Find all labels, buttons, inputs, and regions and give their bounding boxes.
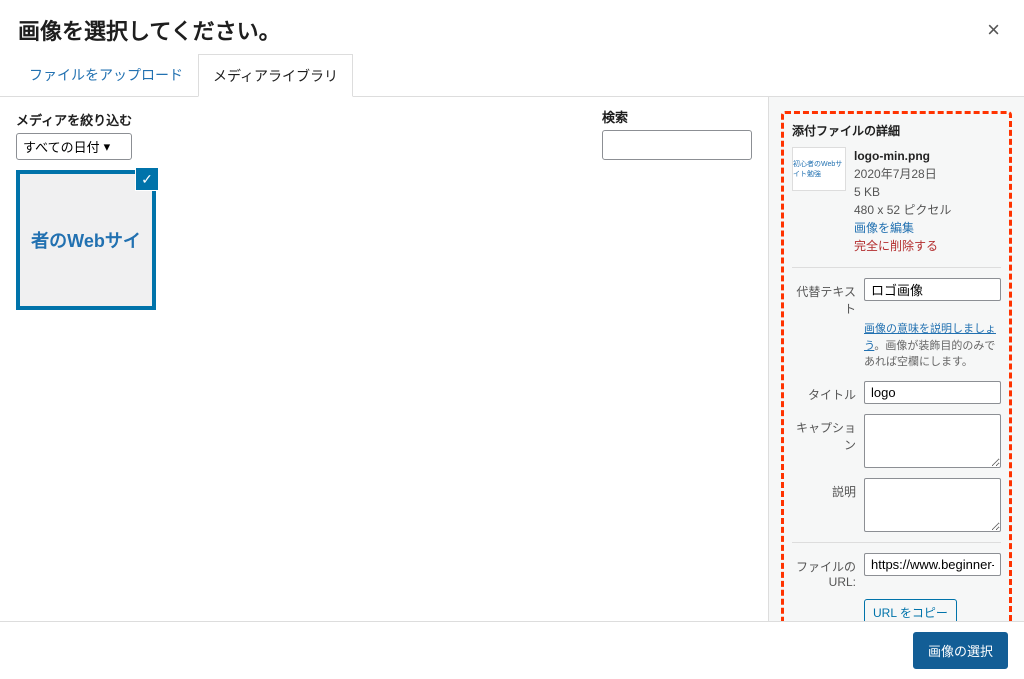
thumbnail-grid: 者のWebサイ ✓ xyxy=(16,170,752,310)
delete-link[interactable]: 完全に削除する xyxy=(854,237,951,255)
date-filter-value: すべての日付 xyxy=(23,137,100,156)
caption-row: キャプション xyxy=(792,414,1001,468)
close-button[interactable]: × xyxy=(981,17,1006,43)
url-label: ファイルの URL: xyxy=(792,553,856,589)
file-date: 2020年7月28日 xyxy=(854,165,951,183)
media-thumbnail[interactable]: 者のWebサイ ✓ xyxy=(16,170,156,310)
caption-label: キャプション xyxy=(792,414,856,453)
chevron-down-icon: ▾ xyxy=(104,139,111,155)
title-input[interactable] xyxy=(864,381,1001,404)
file-meta: 初心者のWebサイト勉強 logo-min.png 2020年7月28日 5 K… xyxy=(792,147,1001,255)
url-row: ファイルの URL: xyxy=(792,553,1001,589)
main-area: メディアを絞り込む すべての日付 ▾ 検索 者のWebサイ ✓ xyxy=(0,97,1024,621)
file-meta-thumbnail: 初心者のWebサイト勉強 xyxy=(792,147,846,191)
media-filter-group: メディアを絞り込む すべての日付 ▾ xyxy=(16,110,132,160)
tab-upload[interactable]: ファイルをアップロード xyxy=(14,54,198,96)
tabs: ファイルをアップロード メディアライブラリ xyxy=(0,54,1024,97)
edit-image-link[interactable]: 画像を編集 xyxy=(854,219,951,237)
media-modal: 画像を選択してください。 × ファイルをアップロード メディアライブラリ メディ… xyxy=(0,0,1024,679)
modal-footer: 画像の選択 xyxy=(0,621,1024,679)
thumbnail-preview-text: 者のWebサイ xyxy=(31,227,141,253)
checkmark-icon[interactable]: ✓ xyxy=(136,168,158,190)
modal-header: 画像を選択してください。 × xyxy=(0,0,1024,54)
search-label: 検索 xyxy=(602,107,752,126)
search-input[interactable] xyxy=(602,130,752,160)
meta-thumb-text: 初心者のWebサイト勉強 xyxy=(793,159,845,179)
filters-bar: メディアを絞り込む すべての日付 ▾ 検索 xyxy=(16,107,752,160)
media-filter-label: メディアを絞り込む xyxy=(16,110,132,129)
alt-text-row: 代替テキスト xyxy=(792,278,1001,317)
alt-text-label: 代替テキスト xyxy=(792,278,856,317)
date-filter-dropdown[interactable]: すべての日付 ▾ xyxy=(16,133,132,160)
url-input[interactable] xyxy=(864,553,1001,576)
alt-help-text: 画像の意味を説明しましょう。画像が装飾目的のみであれば空欄にします。 xyxy=(864,321,1001,371)
search-group: 検索 xyxy=(602,107,752,160)
title-label: タイトル xyxy=(792,381,856,403)
divider xyxy=(792,267,1001,268)
content-area: メディアを絞り込む すべての日付 ▾ 検索 者のWebサイ ✓ xyxy=(0,97,768,621)
details-sidebar: 添付ファイルの詳細 初心者のWebサイト勉強 logo-min.png 2020… xyxy=(768,97,1024,621)
file-size: 5 KB xyxy=(854,183,951,201)
description-input[interactable] xyxy=(864,478,1001,532)
select-image-button[interactable]: 画像の選択 xyxy=(913,632,1008,669)
highlight-annotation: 添付ファイルの詳細 初心者のWebサイト勉強 logo-min.png 2020… xyxy=(781,111,1012,621)
copy-url-row: URL をコピー xyxy=(864,599,1001,622)
modal-title: 画像を選択してください。 xyxy=(18,14,281,46)
alt-help-suffix: 。画像が装飾目的のみであれば空欄にします。 xyxy=(864,340,995,369)
file-dimensions: 480 x 52 ピクセル xyxy=(854,201,951,219)
tab-library[interactable]: メディアライブラリ xyxy=(198,54,353,97)
divider xyxy=(792,542,1001,543)
title-row: タイトル xyxy=(792,381,1001,404)
copy-url-button[interactable]: URL をコピー xyxy=(864,599,957,622)
description-label: 説明 xyxy=(792,478,856,500)
description-row: 説明 xyxy=(792,478,1001,532)
alt-text-input[interactable] xyxy=(864,278,1001,301)
file-name: logo-min.png xyxy=(854,147,951,165)
caption-input[interactable] xyxy=(864,414,1001,468)
file-meta-info: logo-min.png 2020年7月28日 5 KB 480 x 52 ピク… xyxy=(854,147,951,255)
details-title: 添付ファイルの詳細 xyxy=(792,122,1001,139)
